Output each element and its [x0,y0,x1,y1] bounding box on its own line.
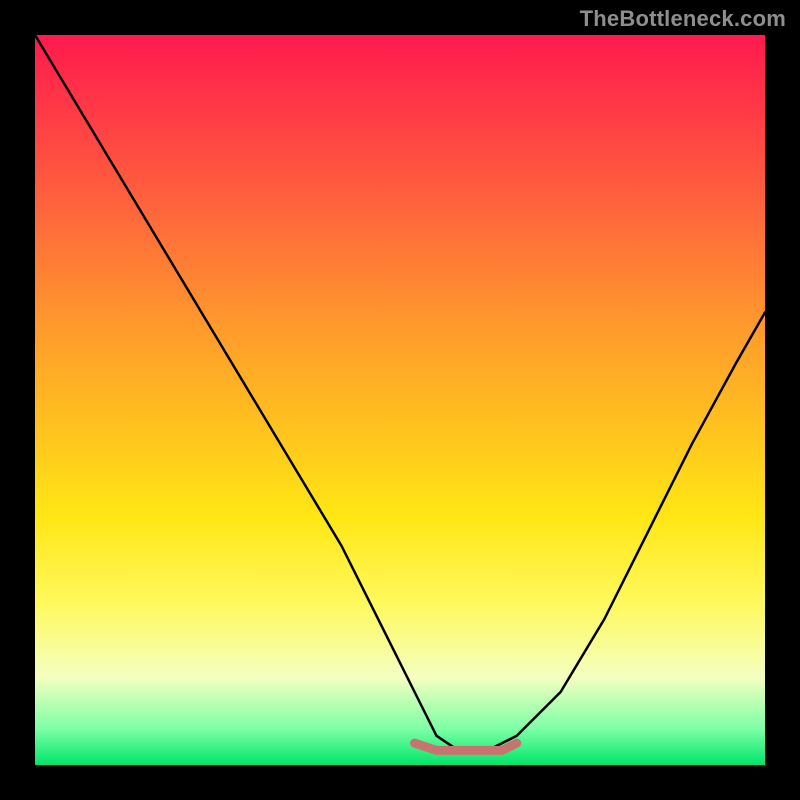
bottleneck-curve [35,35,765,750]
chart-svg [35,35,765,765]
watermark-text: TheBottleneck.com [580,6,786,32]
chart-frame: TheBottleneck.com [0,0,800,800]
plot-area [35,35,765,765]
